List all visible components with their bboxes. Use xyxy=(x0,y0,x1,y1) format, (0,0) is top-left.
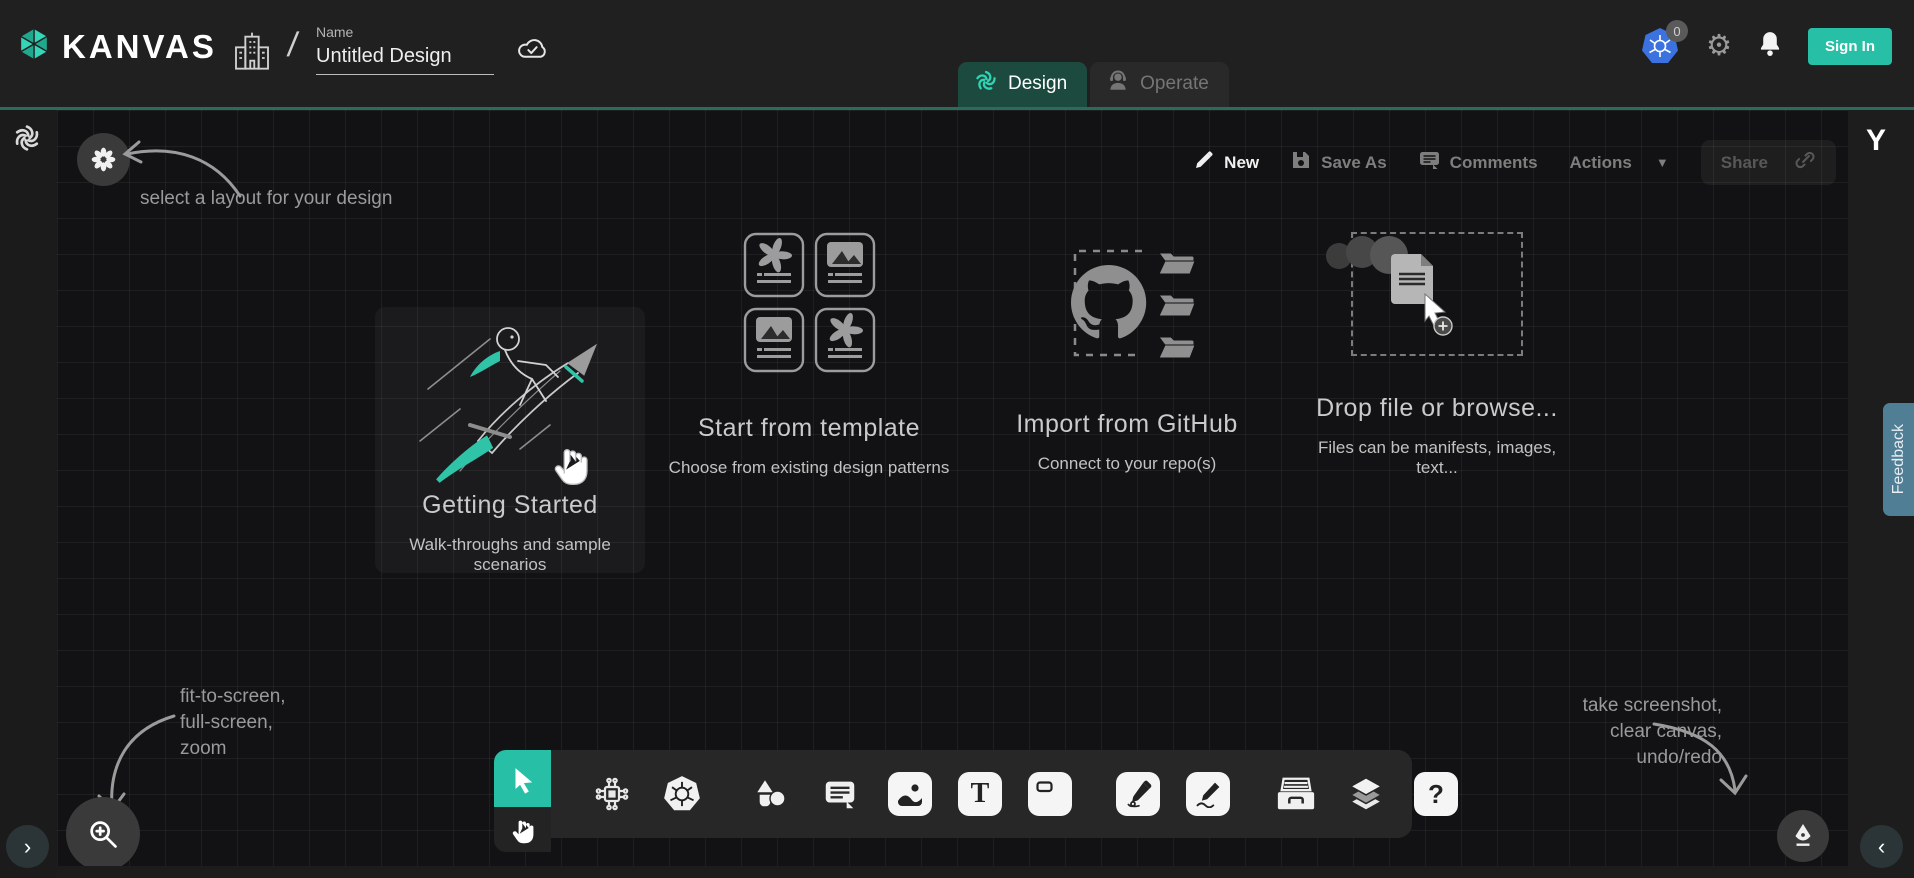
save-as-button[interactable]: Save As xyxy=(1291,150,1387,175)
template-thumbnails xyxy=(743,232,876,373)
tab-design[interactable]: Design xyxy=(958,62,1087,107)
pointer-tools xyxy=(494,750,551,852)
text-tool-icon[interactable]: T xyxy=(958,772,1002,816)
card-subtitle: Files can be manifests, images, text... xyxy=(1305,438,1569,478)
card-title: Import from GitHub xyxy=(1016,410,1238,439)
expand-left-panel-button[interactable]: › xyxy=(6,825,49,868)
actions-label: Actions xyxy=(1570,153,1632,173)
actions-dropdown[interactable]: Actions ▼ xyxy=(1570,153,1669,173)
sketch-tool-icon[interactable] xyxy=(1186,772,1230,816)
canvas-toolbar: New Save As Comments Actions ▼ xyxy=(1194,140,1836,185)
layers-icon[interactable] xyxy=(1344,772,1388,816)
new-button[interactable]: New xyxy=(1194,150,1259,175)
image-tool-icon[interactable] xyxy=(888,772,932,816)
breadcrumb-slash: / xyxy=(285,26,300,65)
mode-tabs: Design Operate xyxy=(958,62,1229,107)
design-canvas[interactable]: select a layout for your design New Save… xyxy=(57,110,1848,866)
left-panel-strip: › xyxy=(0,110,57,878)
card-title: Start from template xyxy=(698,414,920,443)
zoom-hint-text: fit-to-screen, full-screen, zoom xyxy=(180,684,286,762)
collapse-right-panel-button[interactable]: ‹ xyxy=(1860,825,1903,868)
help-icon[interactable]: ? xyxy=(1414,772,1458,816)
cloud-sync-icon xyxy=(515,34,551,67)
comment-bubble-icon xyxy=(1419,150,1440,175)
import-from-github-card[interactable]: Import from GitHub Connect to your repo(… xyxy=(997,243,1257,474)
rocket-rider-illustration xyxy=(400,321,620,491)
drawing-tools xyxy=(1094,772,1252,816)
getting-started-card[interactable]: Getting Started Walk-throughs and sample… xyxy=(375,307,645,573)
design-name-input[interactable] xyxy=(316,43,494,75)
annotation-tools: T xyxy=(726,772,1094,816)
pencil-icon xyxy=(1194,150,1214,175)
drop-file-card[interactable]: Drop file or browse... Files can be mani… xyxy=(1305,232,1569,478)
link-icon xyxy=(1794,149,1816,176)
brand-name: KANVAS xyxy=(62,28,217,66)
comment-tool-icon[interactable] xyxy=(818,772,862,816)
pen-actions-button[interactable] xyxy=(1777,810,1829,862)
gear-icon[interactable]: ⚙ xyxy=(1706,32,1732,61)
share-label: Share xyxy=(1721,153,1768,173)
kubernetes-badge: 0 xyxy=(1666,20,1688,42)
comments-label: Comments xyxy=(1450,153,1538,173)
feedback-label: Feedback xyxy=(1890,424,1908,494)
card-title: Getting Started xyxy=(422,491,598,520)
component-icon[interactable] xyxy=(590,772,634,816)
floppy-icon xyxy=(1291,150,1311,175)
header-actions: 0 ⚙ Sign In xyxy=(1640,26,1892,66)
hint-arrow-bottom-right xyxy=(1650,710,1750,810)
organization-icon[interactable] xyxy=(232,30,272,79)
y-shapes-icon[interactable]: Y xyxy=(1866,124,1886,158)
cursor-tool[interactable] xyxy=(494,750,551,807)
shapes-icon[interactable] xyxy=(748,772,792,816)
zoom-in-button[interactable] xyxy=(66,797,140,866)
kanvas-app: KANVAS / Name xyxy=(0,0,1914,878)
pen-tool-icon[interactable] xyxy=(1116,772,1160,816)
shape-frame-icon[interactable] xyxy=(1028,772,1072,816)
kubernetes-tool-icon[interactable] xyxy=(660,772,704,816)
brand[interactable]: KANVAS xyxy=(16,26,217,67)
comments-button[interactable]: Comments xyxy=(1419,150,1538,175)
kubernetes-context-button[interactable]: 0 xyxy=(1640,26,1680,66)
drop-zone[interactable] xyxy=(1351,232,1523,356)
sign-in-button[interactable]: Sign In xyxy=(1808,28,1892,65)
kanvas-logo-icon xyxy=(16,26,52,67)
header: KANVAS / Name xyxy=(0,0,1914,107)
library-tools: ? xyxy=(1252,772,1480,816)
tool-dock: T xyxy=(494,750,1412,838)
tab-design-label: Design xyxy=(1008,73,1067,95)
design-name-field: Name xyxy=(316,24,494,75)
new-label: New xyxy=(1224,153,1259,173)
right-panel-strip: Y Feedback ‹ xyxy=(1848,110,1914,878)
start-from-template-card[interactable]: Start from template Choose from existing… xyxy=(664,232,954,478)
chevron-down-icon: ▼ xyxy=(1656,155,1669,170)
design-spiral-icon xyxy=(974,69,998,99)
drawer-icon[interactable] xyxy=(1274,772,1318,816)
layout-hint-text: select a layout for your design xyxy=(140,186,392,212)
main-area: › Y Feedback ‹ xyxy=(0,107,1914,878)
card-title: Drop file or browse... xyxy=(1316,394,1558,423)
meshery-spiral-icon[interactable] xyxy=(11,122,43,159)
github-repos-illustration xyxy=(1047,243,1207,374)
operate-headset-icon xyxy=(1106,69,1130,99)
hand-cursor-icon xyxy=(550,441,592,492)
feedback-tab[interactable]: Feedback xyxy=(1883,403,1914,516)
card-subtitle: Choose from existing design patterns xyxy=(669,458,950,478)
drop-file-illustration xyxy=(1321,222,1489,342)
tab-operate-label: Operate xyxy=(1140,73,1209,95)
name-label: Name xyxy=(316,24,494,40)
save-as-label: Save As xyxy=(1321,153,1387,173)
bell-icon[interactable] xyxy=(1758,30,1782,63)
card-subtitle: Walk-throughs and sample scenarios xyxy=(383,535,637,575)
tab-operate[interactable]: Operate xyxy=(1090,62,1229,107)
hand-tool[interactable] xyxy=(494,807,551,852)
share-button[interactable]: Share xyxy=(1701,140,1836,185)
component-tools xyxy=(568,772,726,816)
card-subtitle: Connect to your repo(s) xyxy=(1038,454,1217,474)
